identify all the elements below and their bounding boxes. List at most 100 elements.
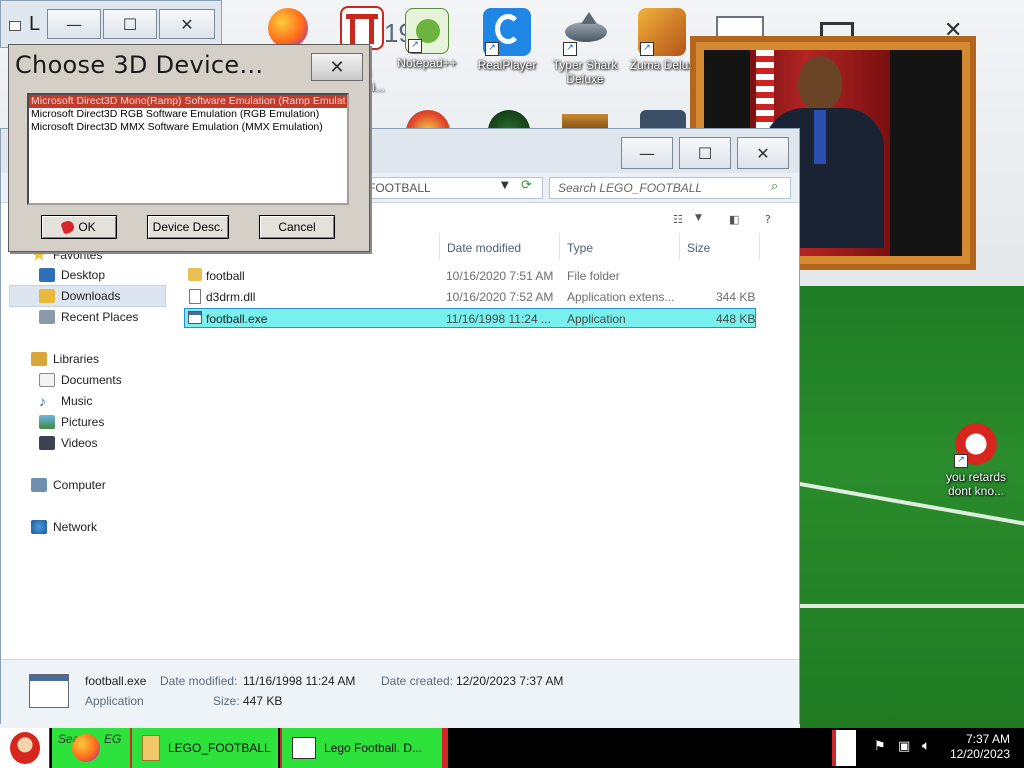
firefox-icon (268, 8, 308, 48)
nav-label: Music (61, 394, 93, 408)
maximize-icon: ☐ (122, 14, 138, 34)
details-created-value: 12/20/2023 7:37 AM (456, 674, 564, 688)
field-line (800, 604, 1024, 608)
file-row[interactable]: d3drm.dll 10/16/2020 7:52 AM Application… (184, 287, 756, 307)
search-icon[interactable]: ⌕ (771, 179, 778, 194)
desktop-icon-notepadpp[interactable]: ↗ Notepad++ (387, 8, 467, 70)
minimize-button[interactable]: — (47, 9, 101, 39)
cancel-button[interactable]: Cancel (259, 215, 335, 239)
dialog-title: Choose 3D Device... (15, 51, 264, 79)
taskbar-search[interactable]: Sea EG (52, 728, 130, 768)
desktop-icon-realplayer[interactable]: ↗ RealPlayer (467, 8, 547, 72)
desktop-icon-firefox[interactable] (248, 8, 328, 48)
ok-button[interactable]: OK (41, 215, 117, 239)
nav-computer[interactable]: Computer (31, 475, 106, 495)
file-type: File folder (567, 269, 620, 283)
minimize-icon: — (639, 143, 655, 163)
exe-large-icon (29, 674, 69, 708)
address-bar[interactable]: FOOTBALL (361, 177, 543, 199)
details-modified-label: Date modified: (160, 674, 238, 688)
view-options-icon[interactable]: ☷ (673, 213, 683, 226)
nav-label: Network (53, 520, 98, 534)
file-row[interactable]: football 10/16/2020 7:51 AM File folder (184, 266, 756, 286)
desktop-icon-label: Notepad++ (397, 56, 457, 70)
nav-downloads[interactable]: Downloads (39, 286, 120, 306)
device-option[interactable]: Microsoft Direct3D Mono(Ramp) Software E… (29, 95, 347, 108)
folder-icon (142, 735, 160, 761)
refresh-icon[interactable]: ⟳ (521, 178, 532, 193)
file-name: d3drm.dll (206, 290, 256, 304)
details-size-label: Size: (213, 694, 240, 708)
clock-date: 12/20/2023 (949, 747, 1010, 761)
start-button[interactable] (0, 728, 50, 768)
nav-music[interactable]: ♪ Music (39, 391, 92, 411)
desktop-icon-typershark[interactable]: ↗ Typer Shark Deluxe (545, 8, 625, 86)
nav-network[interactable]: Network (31, 517, 97, 537)
close-icon: ✕ (756, 143, 770, 163)
search-placeholder: Search LEGO_FOOTBALL (558, 181, 703, 195)
details-pane: football.exe Application Date modified: … (1, 659, 799, 725)
file-type: Application extens... (567, 290, 675, 304)
zuma-icon: ↗ (638, 8, 686, 56)
help-icon[interactable]: ? (765, 213, 771, 226)
file-size: 448 KB (716, 312, 756, 326)
explorer-minimize-button[interactable]: — (621, 137, 673, 169)
action-center-icon[interactable]: ⚑ (874, 739, 886, 754)
music-icon: ♪ (39, 393, 46, 409)
desktop-icon-dragon[interactable]: ↗ you retards dont kno... (936, 420, 1016, 498)
pictures-icon (39, 415, 55, 429)
address-path: FOOTBALL (368, 181, 431, 195)
nav-desktop[interactable]: Desktop (39, 265, 105, 285)
chevron-down-icon[interactable]: ▼ (695, 213, 702, 223)
dropdown-arrow-icon[interactable]: ▼ (501, 180, 509, 191)
choose-3d-device-dialog[interactable]: Choose 3D Device... ✕ Microsoft Direct3D… (8, 44, 370, 252)
shark-icon: ↗ (561, 8, 609, 56)
folder-icon (188, 268, 202, 281)
background-window[interactable]: L — ☐ ✕ (0, 0, 222, 48)
details-created-label: Date created: (381, 674, 454, 688)
details-size-value: 447 KB (243, 694, 283, 708)
pointer-icon (60, 219, 77, 235)
device-option[interactable]: Microsoft Direct3D RGB Software Emulatio… (29, 108, 347, 121)
firefox-taskbar-icon[interactable] (72, 734, 100, 762)
search-input[interactable]: Search LEGO_FOOTBALL (549, 177, 791, 199)
nav-label: Libraries (53, 352, 100, 366)
nav-documents[interactable]: Documents (39, 370, 122, 390)
dragon-icon: ↗ (952, 420, 1000, 468)
nav-libraries[interactable]: Libraries (31, 349, 99, 369)
column-size[interactable]: Size (681, 235, 716, 259)
window-title-letter: L (29, 13, 41, 35)
file-row-selected[interactable]: football.exe 11/16/1998 11:24 ... Applic… (184, 308, 756, 328)
notepad-icon: ↗ (405, 8, 449, 54)
dialog-close-button[interactable]: ✕ (311, 53, 363, 81)
network-tray-icon[interactable]: ▣ (898, 739, 910, 754)
column-date-modified[interactable]: Date modified (441, 235, 527, 259)
volume-icon[interactable]: 🔈︎ (922, 738, 930, 754)
column-type[interactable]: Type (561, 235, 599, 259)
file-date: 11/16/1998 11:24 ... (446, 312, 551, 326)
clock[interactable]: 7:37 AM 12/20/2023 (950, 732, 1010, 762)
desktop-icon-label: RealPlayer (477, 58, 537, 72)
nav-recent-places[interactable]: Recent Places (39, 307, 138, 327)
ok-label: OK (78, 220, 96, 234)
taskbar-item-label: Lego Football. D... (324, 741, 423, 755)
taskbar-item-explorer[interactable]: LEGO_FOOTBALL (130, 728, 278, 768)
device-desc-button[interactable]: Device Desc. (147, 215, 229, 239)
taskbar-item-lego-football[interactable]: Lego Football. D... (280, 728, 448, 768)
football-field (800, 286, 1024, 728)
preview-pane-icon[interactable]: ◧ (729, 213, 739, 226)
nav-label: Downloads (61, 289, 121, 303)
close-button[interactable]: ✕ (159, 9, 215, 39)
maximize-button[interactable]: ☐ (103, 9, 157, 39)
documents-icon (39, 373, 55, 387)
explorer-maximize-button[interactable]: ☐ (679, 137, 731, 169)
nav-pictures[interactable]: Pictures (39, 412, 104, 432)
device-option[interactable]: Microsoft Direct3D MMX Software Emulatio… (29, 121, 347, 134)
desktop-icon (39, 268, 55, 282)
file-name: football (206, 269, 245, 283)
explorer-close-button[interactable]: ✕ (737, 137, 789, 169)
show-hidden-icons-button[interactable] (832, 730, 856, 766)
app-window-icon (292, 737, 316, 759)
nav-videos[interactable]: Videos (39, 433, 97, 453)
device-listbox[interactable]: Microsoft Direct3D Mono(Ramp) Software E… (27, 93, 349, 205)
